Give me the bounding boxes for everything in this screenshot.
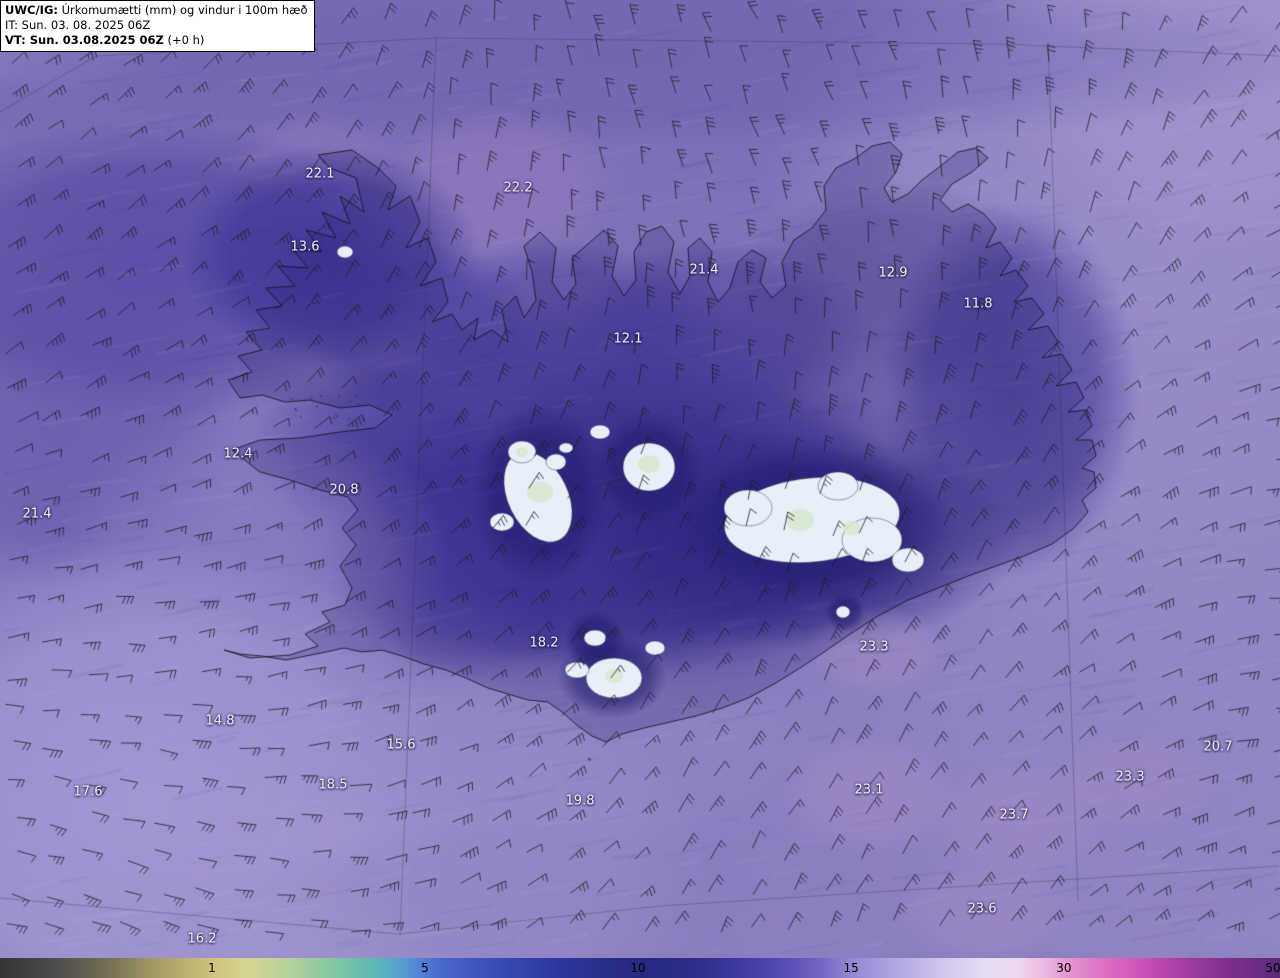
colorbar: 1 5 10 15 30 50 (0, 958, 1280, 978)
map-value-label: 12.9 (878, 265, 908, 281)
colorbar-tick-label: 30 (1056, 961, 1072, 975)
map-value-label: 21.4 (22, 506, 52, 522)
colorbar-tick-label: 1 (208, 961, 216, 975)
valid-time: VT: Sun. 03.08.2025 06Z (5, 33, 164, 47)
weather-map-page: 22.1 22.2 13.6 21.4 12.9 11.8 12.1 12.4 20.8 21.4… (0, 0, 1280, 978)
map-value-label: 23.7 (999, 807, 1029, 823)
init-time-line: IT: Sun. 03. 08. 2025 06Z (5, 18, 151, 32)
map-value-label: 23.6 (967, 901, 997, 917)
valid-time-offset: (+0 h) (163, 33, 205, 47)
model-name: UWC/IG: (5, 3, 58, 17)
map-value-label: 16.2 (187, 931, 217, 947)
map-value-label: 12.1 (613, 331, 643, 347)
map-value-label: 22.1 (305, 166, 335, 182)
map-labels-layer: 22.1 22.2 13.6 21.4 12.9 11.8 12.1 12.4 20.8 21.4… (0, 0, 1280, 978)
map-value-label: 20.7 (1203, 739, 1233, 755)
map-value-label: 14.8 (205, 713, 235, 729)
colorbar-tick-label: 15 (843, 961, 859, 975)
map-value-label: 12.4 (223, 446, 253, 462)
colorbar-tick-label: 10 (630, 961, 646, 975)
map-value-label: 17.6 (73, 784, 103, 800)
map-value-label: 23.1 (854, 782, 884, 798)
map-value-label: 18.5 (318, 777, 348, 793)
map-value-label: 23.3 (859, 639, 889, 655)
map-value-label: 19.8 (565, 793, 595, 809)
map-value-label: 11.8 (963, 296, 993, 312)
map-value-label: 13.6 (290, 239, 320, 255)
colorbar-tick-label: 50 (1265, 961, 1280, 975)
title-box: UWC/IG: Úrkomumætti (mm) og vindur i 100… (0, 0, 315, 52)
colorbar-tick-label: 5 (421, 961, 429, 975)
model-description: Úrkomumætti (mm) og vindur i 100m hæð (57, 3, 308, 17)
map-value-label: 15.6 (386, 737, 416, 753)
map-value-label: 23.3 (1115, 769, 1145, 785)
map-value-label: 22.2 (503, 180, 533, 196)
map-value-label: 18.2 (529, 635, 559, 651)
map-value-label: 21.4 (689, 262, 719, 278)
valid-time-line: VT: Sun. 03.08.2025 06Z (+0 h) (5, 33, 308, 48)
map-value-label: 20.8 (329, 482, 359, 498)
model-title-line: UWC/IG: Úrkomumætti (mm) og vindur i 100… (5, 3, 308, 18)
